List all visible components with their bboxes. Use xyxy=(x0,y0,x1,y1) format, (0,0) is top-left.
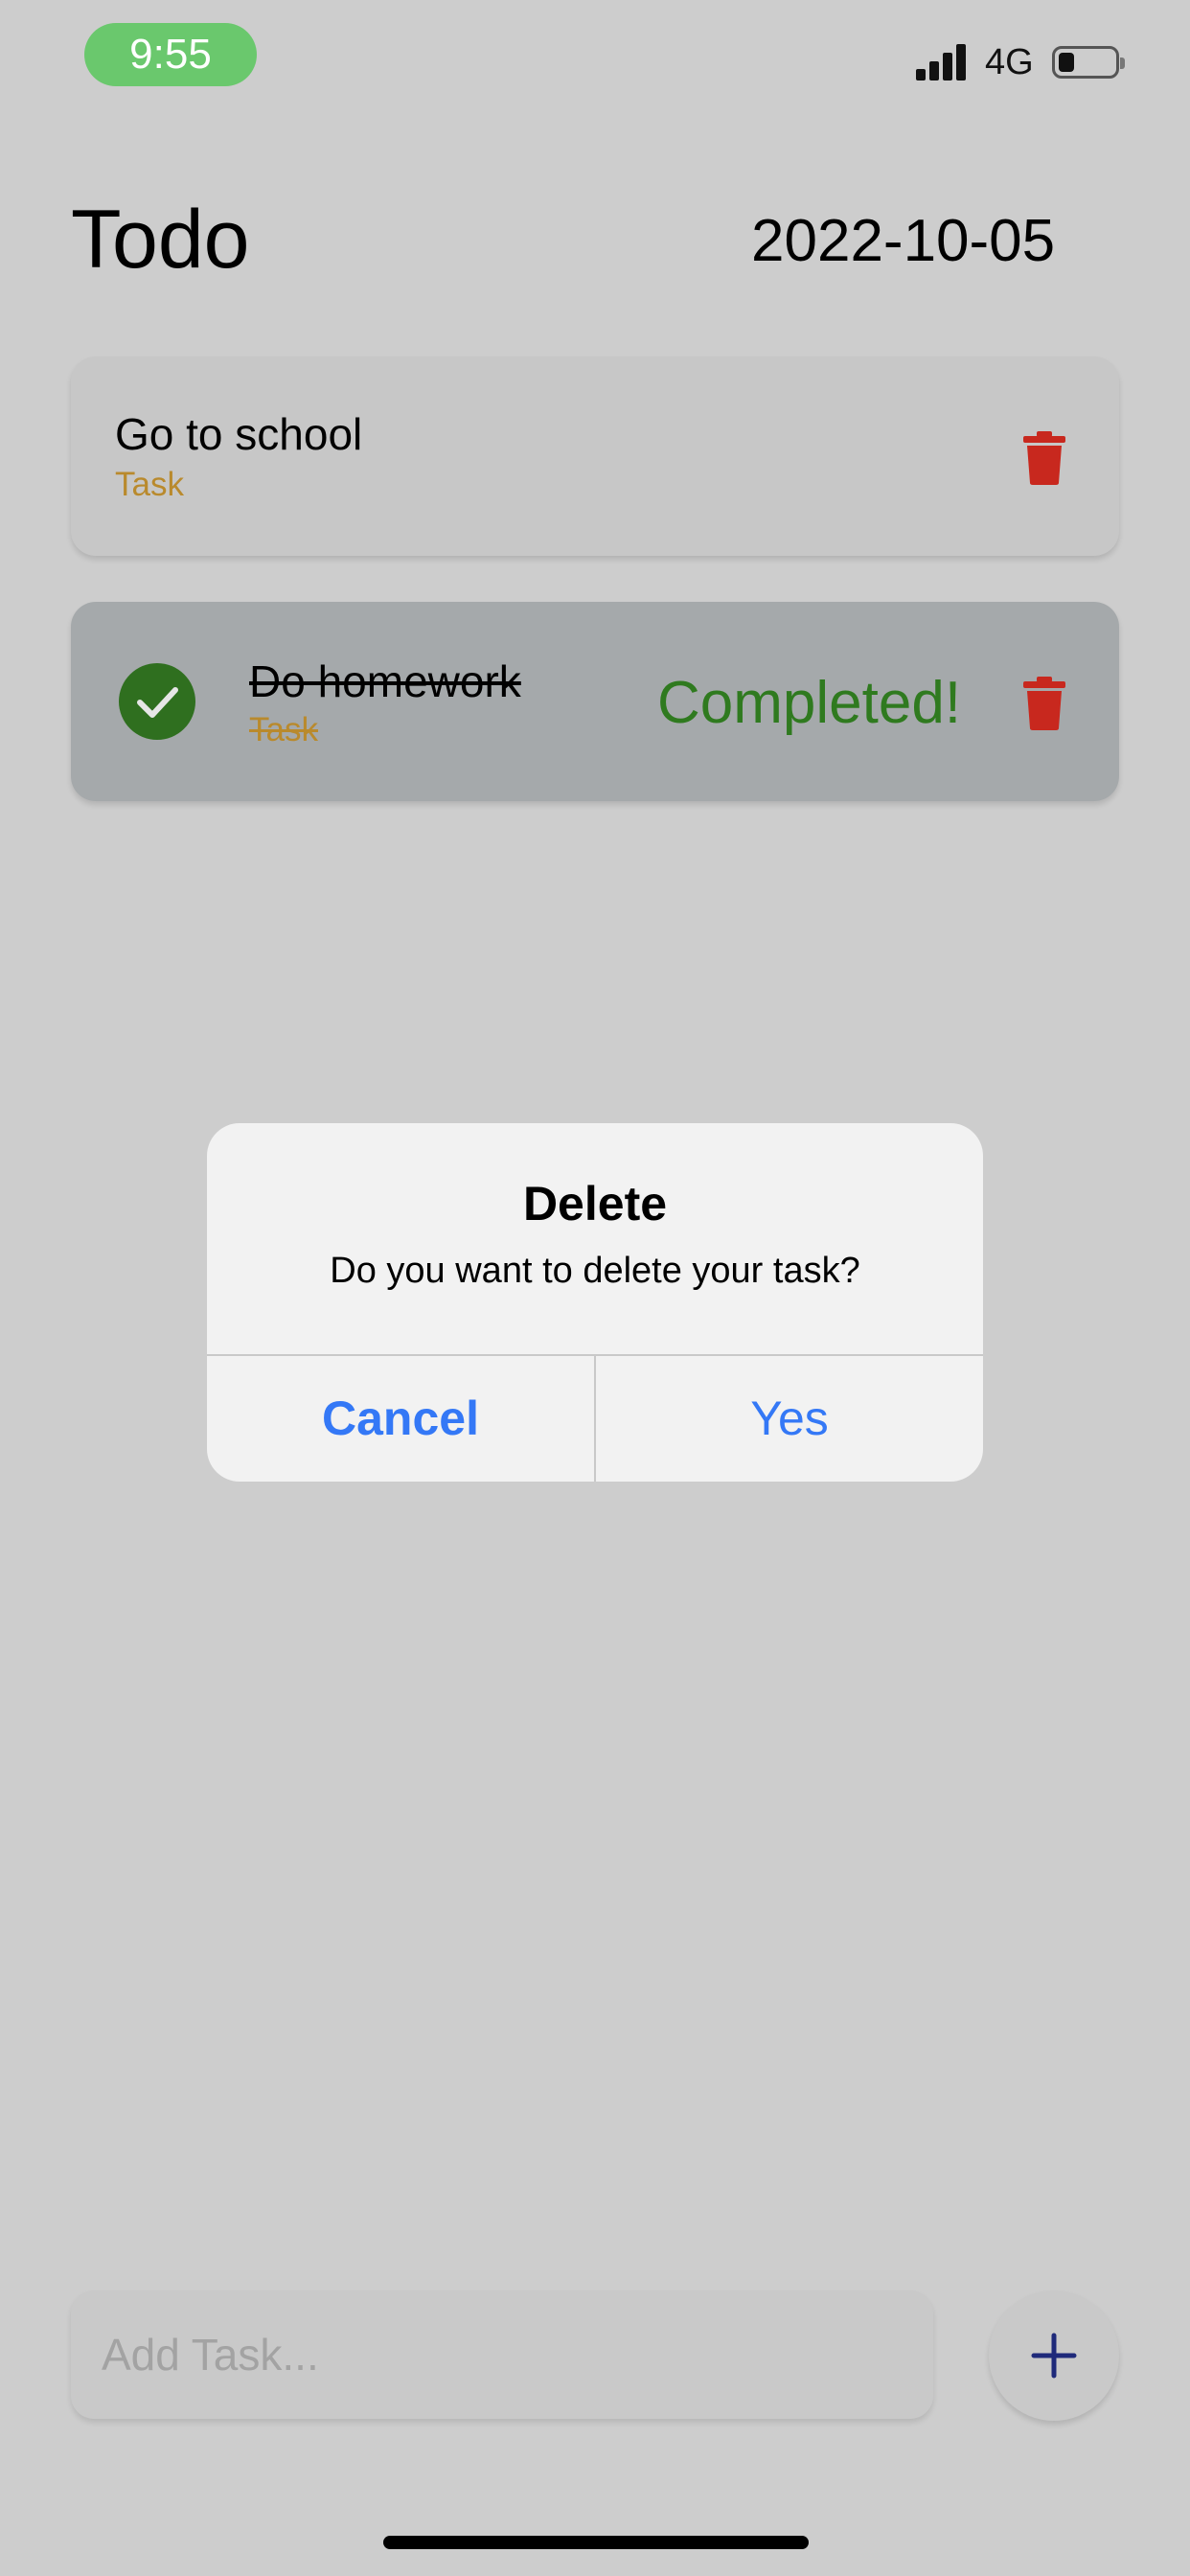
dialog-message: Do you want to delete your task? xyxy=(330,1251,860,1291)
status-bar: 9:55 4G xyxy=(0,0,1190,125)
task-name: Do homework xyxy=(249,656,521,706)
current-date: 2022-10-05 xyxy=(751,208,1056,274)
network-type: 4G xyxy=(985,42,1034,82)
cancel-button[interactable]: Cancel xyxy=(207,1356,594,1482)
task-name: Go to school xyxy=(115,409,363,459)
status-time: 9:55 xyxy=(84,23,257,86)
confirm-delete-button[interactable]: Yes xyxy=(596,1356,983,1482)
page-title: Todo xyxy=(71,194,250,286)
check-circle-icon[interactable] xyxy=(119,663,195,740)
add-task-button[interactable] xyxy=(989,2290,1119,2421)
signal-icon xyxy=(916,42,970,80)
trash-icon[interactable] xyxy=(1023,431,1065,485)
add-task-input[interactable] xyxy=(71,2290,933,2419)
dialog-title: Delete xyxy=(522,1177,668,1230)
plus-icon xyxy=(1031,2333,1077,2379)
task-item[interactable]: Go to school Task xyxy=(71,356,1119,556)
delete-dialog: Delete Do you want to delete your task? … xyxy=(207,1123,983,1482)
task-type: Task xyxy=(249,711,318,748)
trash-icon[interactable] xyxy=(1023,677,1065,730)
completed-label: Completed! xyxy=(657,670,962,736)
task-type: Task xyxy=(115,466,184,503)
home-indicator[interactable] xyxy=(383,2536,809,2549)
battery-icon xyxy=(1052,46,1125,79)
task-item-completed[interactable]: Do homework Task Completed! xyxy=(71,602,1119,801)
